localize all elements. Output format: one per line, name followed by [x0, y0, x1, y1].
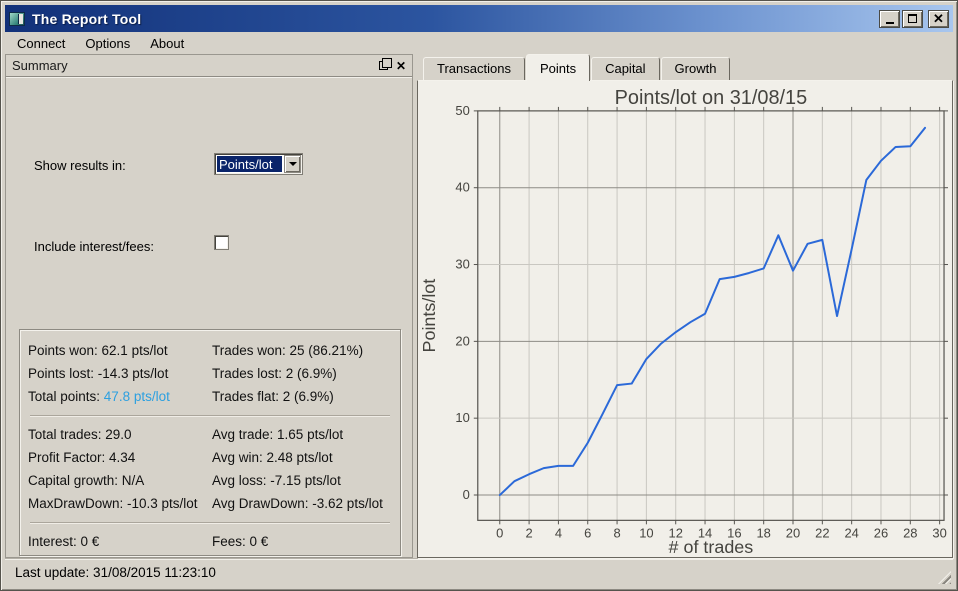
- stat-right: Avg loss: -7.15 pts/lot: [212, 473, 341, 488]
- svg-text:20: 20: [786, 525, 800, 540]
- svg-text:30: 30: [455, 257, 469, 272]
- app-window: The Report Tool ✕ Connect Options About Su…: [0, 0, 958, 591]
- include-fees-checkbox[interactable]: [214, 235, 229, 250]
- stat-left: Points won: 62.1 pts/lot: [28, 343, 168, 358]
- tab-transactions[interactable]: Transactions: [423, 57, 525, 80]
- dock-float-icon[interactable]: [378, 58, 392, 70]
- stat-row: Points lost: -14.3 pts/lot Trades lost: 2…: [28, 362, 392, 385]
- stats-separator: [30, 415, 390, 416]
- close-button[interactable]: ✕: [928, 9, 949, 28]
- stat-left: Total points: 47.8 pts/lot: [28, 389, 170, 404]
- svg-text:50: 50: [455, 103, 469, 118]
- stat-row: Capital growth: N/A Avg loss: -7.15 pts/l…: [28, 469, 392, 492]
- tab-capital[interactable]: Capital: [591, 57, 660, 80]
- summary-panel-title: Summary: [12, 58, 68, 73]
- svg-text:4: 4: [555, 525, 562, 540]
- stat-right: Avg trade: 1.65 pts/lot: [212, 427, 344, 442]
- maximize-button[interactable]: [902, 9, 923, 28]
- summary-panel-header[interactable]: Summary ✕: [6, 55, 412, 77]
- main-area: Summary ✕ Show results in: Points/lot In…: [5, 54, 953, 559]
- svg-text:40: 40: [455, 180, 469, 195]
- svg-text:28: 28: [903, 525, 917, 540]
- menu-item-connect[interactable]: Connect: [7, 33, 75, 54]
- summary-panel: Summary ✕ Show results in: Points/lot In…: [5, 54, 413, 558]
- title-bar[interactable]: The Report Tool ✕: [5, 5, 953, 32]
- close-icon: ✕: [933, 11, 944, 26]
- stat-row: Total trades: 29.0 Avg trade: 1.65 pts/lo…: [28, 423, 392, 446]
- menu-item-about[interactable]: About: [140, 33, 194, 54]
- tab-points[interactable]: Points: [525, 54, 591, 81]
- show-results-dropdown[interactable]: Points/lot: [214, 153, 303, 175]
- stat-row: MaxDrawDown: -10.3 pts/lot Avg DrawDown: …: [28, 492, 392, 515]
- stat-right: Avg win: 2.48 pts/lot: [212, 450, 333, 465]
- maximize-icon: [908, 14, 917, 23]
- stat-right: Fees: 0 €: [212, 534, 269, 549]
- svg-text:Points/lot on 31/08/15: Points/lot on 31/08/15: [615, 87, 808, 109]
- stat-left: Interest: 0 €: [28, 534, 100, 549]
- minimize-icon: [885, 22, 894, 24]
- svg-text:Points/lot: Points/lot: [419, 279, 439, 353]
- stat-right: Avg DrawDown: -3.62 pts/lot: [212, 496, 383, 511]
- svg-text:24: 24: [844, 525, 858, 540]
- chevron-down-icon: [288, 162, 297, 166]
- menu-bar: Connect Options About: [5, 32, 953, 54]
- stat-left: Capital growth: N/A: [28, 473, 145, 488]
- svg-text:18: 18: [756, 525, 770, 540]
- stat-row: Points won: 62.1 pts/lot Trades won: 25 (…: [28, 339, 392, 362]
- svg-text:26: 26: [874, 525, 888, 540]
- include-fees-label: Include interest/fees:: [34, 239, 154, 254]
- stat-row: Interest: 0 € Fees: 0 €: [28, 530, 392, 553]
- stats-separator: [30, 522, 390, 523]
- stat-right: Trades won: 25 (86.21%): [212, 343, 364, 358]
- svg-text:20: 20: [455, 333, 469, 348]
- svg-text:8: 8: [613, 525, 620, 540]
- menu-item-options[interactable]: Options: [75, 33, 140, 54]
- tab-growth[interactable]: Growth: [660, 57, 731, 80]
- dock-close-icon[interactable]: ✕: [396, 60, 406, 72]
- show-results-selected-value: Points/lot: [217, 156, 282, 172]
- svg-text:10: 10: [639, 525, 653, 540]
- stat-accent-value: 47.8 pts/lot: [103, 389, 170, 404]
- dropdown-button[interactable]: [284, 155, 301, 173]
- svg-text:0: 0: [463, 487, 470, 502]
- svg-text:30: 30: [932, 525, 946, 540]
- svg-text:10: 10: [455, 410, 469, 425]
- stat-right: Trades flat: 2 (6.9%): [212, 389, 334, 404]
- svg-text:# of trades: # of trades: [669, 537, 754, 557]
- svg-text:2: 2: [525, 525, 532, 540]
- svg-text:22: 22: [815, 525, 829, 540]
- stat-right: Trades lost: 2 (6.9%): [212, 366, 337, 381]
- points-chart: 0 2 4 6 8 10 12 14 16 18 20 22 24 26 28 30 0 10 20 30 40 50 Po…: [417, 80, 953, 559]
- stat-left: Points lost: -14.3 pts/lot: [28, 366, 169, 381]
- window-title: The Report Tool: [32, 10, 142, 27]
- report-pane: Transactions Points Capital Growth 0 2 4 6 8 10 1…: [417, 54, 953, 559]
- stats-groupbox: Points won: 62.1 pts/lot Trades won: 25 (…: [19, 329, 401, 556]
- minimize-button[interactable]: [879, 9, 900, 28]
- last-update-text: Last update: 31/08/2015 11:23:10: [15, 565, 216, 580]
- tab-bar: Transactions Points Capital Growth: [417, 54, 953, 81]
- stat-row: Profit Factor: 4.34 Avg win: 2.48 pts/lot: [28, 446, 392, 469]
- stat-left: Profit Factor: 4.34: [28, 450, 136, 465]
- svg-text:0: 0: [496, 525, 503, 540]
- show-results-label: Show results in:: [34, 158, 126, 173]
- status-bar: Last update: 31/08/2015 11:23:10: [5, 558, 953, 586]
- resize-grip[interactable]: [938, 571, 951, 584]
- stat-row: Total points: 47.8 pts/lot Trades flat: 2…: [28, 385, 392, 408]
- stat-left: Total trades: 29.0: [28, 427, 132, 442]
- stat-left: MaxDrawDown: -10.3 pts/lot: [28, 496, 198, 511]
- svg-text:6: 6: [584, 525, 591, 540]
- app-icon: [9, 11, 25, 26]
